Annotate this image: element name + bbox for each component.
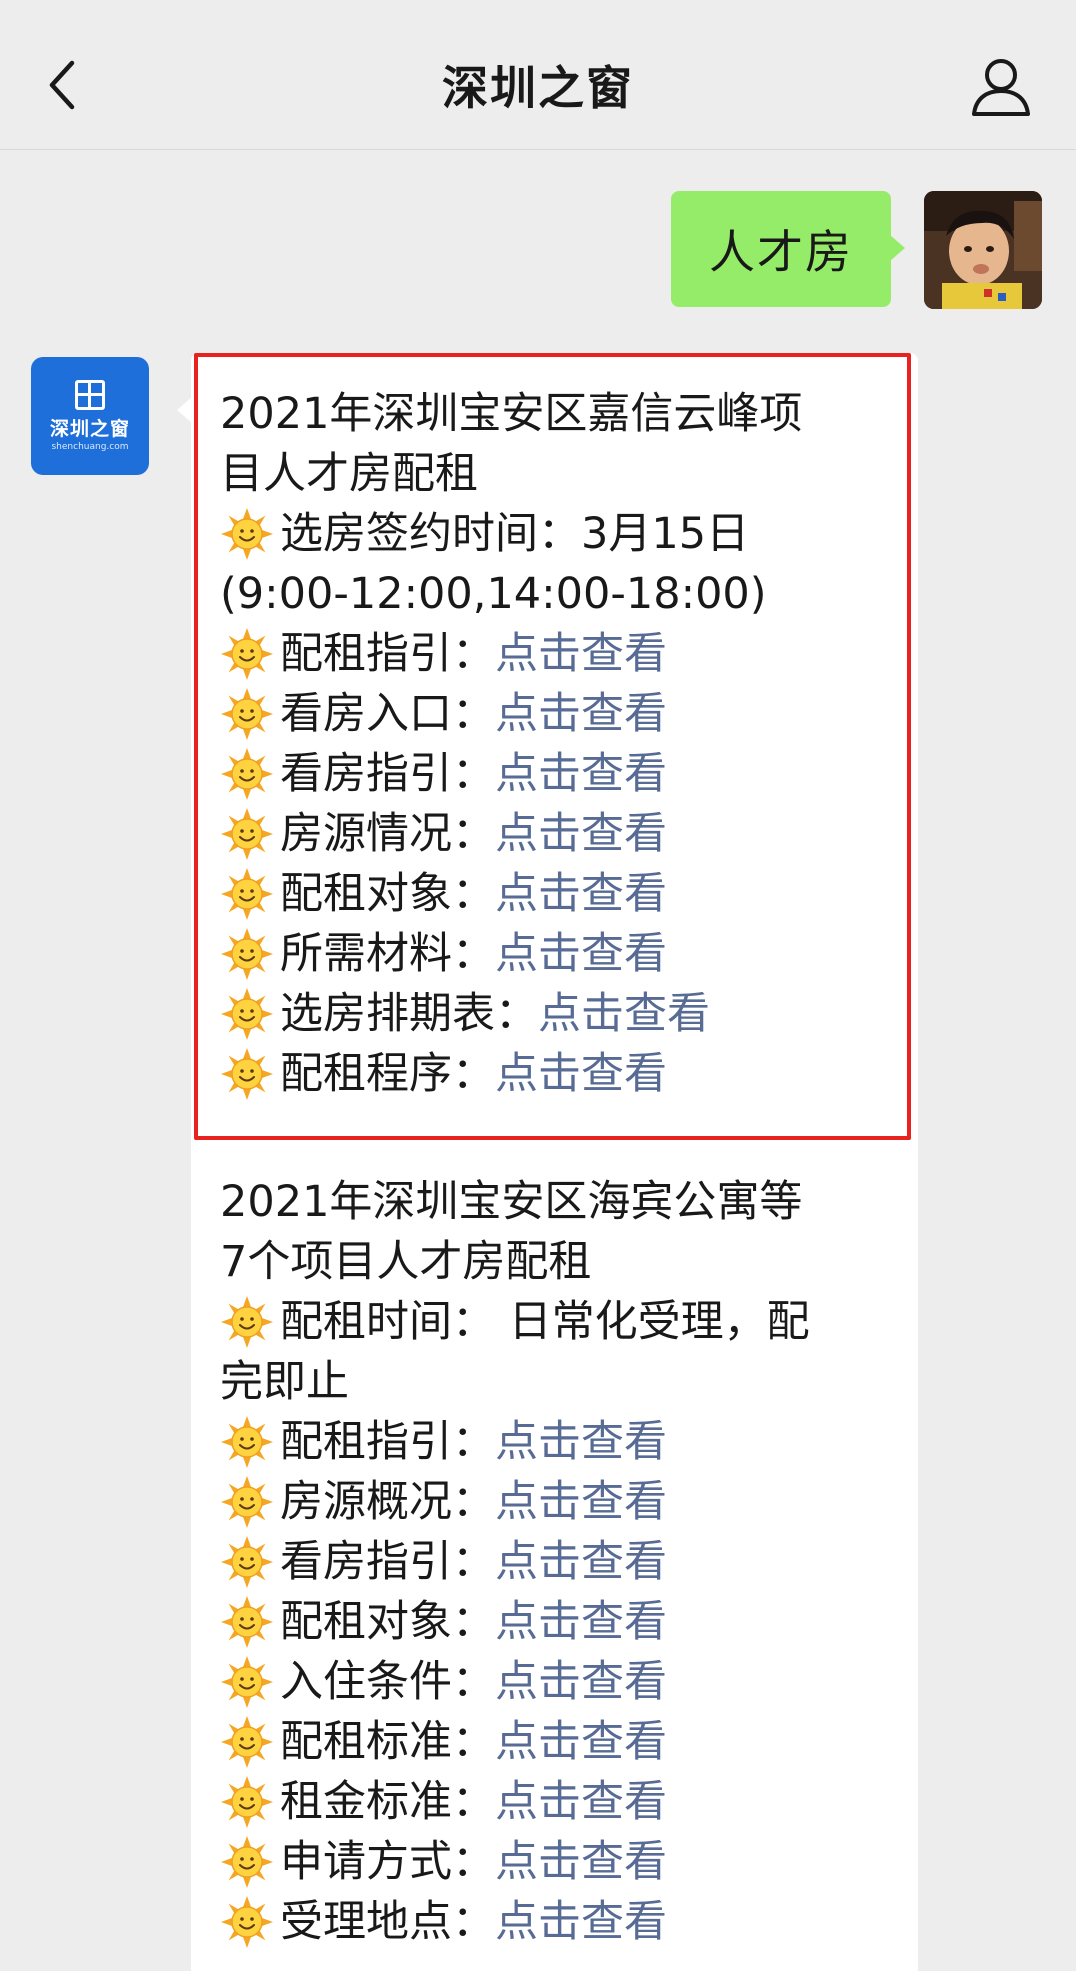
item-label: 配租对象： (280, 1597, 495, 1647)
time-detail: (9:00-12:00,14:00-18:00) (220, 569, 767, 619)
view-link[interactable]: 点击查看 (495, 624, 667, 684)
view-link[interactable]: 点击查看 (495, 1592, 667, 1652)
sun-emoji-icon (220, 1415, 274, 1469)
item-label: 房源情况： (280, 809, 495, 859)
view-link[interactable]: 点击查看 (495, 1412, 667, 1472)
list-item: 租金标准： 点击查看 (220, 1772, 900, 1832)
item-label: 入住条件： (280, 1657, 495, 1707)
sun-emoji-icon (220, 1535, 274, 1589)
view-link[interactable]: 点击查看 (495, 1044, 667, 1104)
view-link[interactable]: 点击查看 (538, 984, 710, 1044)
person-icon (972, 59, 1030, 116)
outgoing-message-text: 人才房 (709, 225, 853, 279)
list-item: 房源情况： 点击查看 (220, 804, 900, 864)
item-label: 申请方式： (280, 1837, 495, 1887)
sun-emoji-icon (220, 867, 274, 921)
item-label: 租金标准： (280, 1777, 495, 1827)
sun-emoji-icon (220, 1595, 274, 1649)
item-label: 受理地点： (280, 1897, 495, 1947)
list-item: 看房指引： 点击查看 (220, 744, 900, 804)
view-link[interactable]: 点击查看 (495, 1892, 667, 1952)
item-label: 看房入口： (280, 689, 495, 739)
project-block-jiaxin: 2021年深圳宝安区嘉信云峰项 目人才房配租 选房签约时间： 3月15日 (9:… (220, 384, 900, 1104)
sun-emoji-icon (220, 627, 274, 681)
list-item: 配租标准： 点击查看 (220, 1712, 900, 1772)
project-block-haibin: 2021年深圳宝安区海宾公寓等 7个项目人才房配租 配租时间： 日常化受理，配 … (220, 1172, 900, 1952)
sun-emoji-icon (220, 987, 274, 1041)
sun-emoji-icon (220, 507, 274, 561)
window-logo-icon (75, 380, 105, 410)
view-link[interactable]: 点击查看 (495, 684, 667, 744)
block-title-line: 2021年深圳宝安区嘉信云峰项 (220, 389, 803, 439)
view-link[interactable]: 点击查看 (495, 804, 667, 864)
view-link[interactable]: 点击查看 (495, 864, 667, 924)
chat-screen: 深圳之窗 人才房 深圳之窗 shenchuang.com 2021年深圳宝安区嘉… (0, 0, 1076, 1971)
view-link[interactable]: 点击查看 (495, 1712, 667, 1772)
view-link[interactable]: 点击查看 (495, 1832, 667, 1892)
item-label: 所需材料： (280, 929, 495, 979)
user-avatar[interactable] (924, 191, 1042, 309)
view-link[interactable]: 点击查看 (495, 924, 667, 984)
time-value: 3月15日 (581, 509, 750, 559)
sun-emoji-icon (220, 1655, 274, 1709)
time-label: 选房签约时间： (280, 509, 581, 559)
page-title: 深圳之窗 (442, 61, 634, 115)
item-label: 看房指引： (280, 1537, 495, 1587)
item-label: 配租指引： (280, 629, 495, 679)
view-link[interactable]: 点击查看 (495, 1532, 667, 1592)
item-label: 配租指引： (280, 1417, 495, 1467)
time-row: 选房签约时间： 3月15日 (220, 504, 900, 564)
list-item: 看房入口： 点击查看 (220, 684, 900, 744)
list-item: 申请方式： 点击查看 (220, 1832, 900, 1892)
list-item: 房源概况： 点击查看 (220, 1472, 900, 1532)
item-label: 房源概况： (280, 1477, 495, 1527)
item-label: 配租对象： (280, 869, 495, 919)
list-item: 选房排期表： 点击查看 (220, 984, 900, 1044)
sun-emoji-icon (220, 687, 274, 741)
official-account-avatar[interactable]: 深圳之窗 shenchuang.com (31, 357, 149, 475)
item-label: 配租标准： (280, 1717, 495, 1767)
profile-button[interactable] (970, 54, 1032, 118)
sun-emoji-icon (220, 1047, 274, 1101)
sun-emoji-icon (220, 1835, 274, 1889)
sun-emoji-icon (220, 1715, 274, 1769)
list-item: 配租程序： 点击查看 (220, 1044, 900, 1104)
list-item: 受理地点： 点击查看 (220, 1892, 900, 1952)
list-item: 配租指引： 点击查看 (220, 624, 900, 684)
user-photo (924, 191, 1042, 309)
list-item: 配租对象： 点击查看 (220, 1592, 900, 1652)
item-label: 看房指引： (280, 749, 495, 799)
list-item: 配租指引： 点击查看 (220, 1412, 900, 1472)
sun-emoji-icon (220, 1775, 274, 1829)
list-item: 看房指引： 点击查看 (220, 1532, 900, 1592)
oa-logo-subtext: shenchuang.com (51, 442, 129, 452)
sun-emoji-icon (220, 807, 274, 861)
list-item: 入住条件： 点击查看 (220, 1652, 900, 1712)
item-label: 选房排期表： (280, 989, 538, 1039)
list-item: 配租对象： 点击查看 (220, 864, 900, 924)
time-row: 配租时间： 日常化受理，配 (220, 1292, 900, 1352)
sun-emoji-icon (220, 927, 274, 981)
top-nav-bar: 深圳之窗 (0, 0, 1076, 150)
view-link[interactable]: 点击查看 (495, 1472, 667, 1532)
view-link[interactable]: 点击查看 (495, 1772, 667, 1832)
time-label: 配租时间： 日常化受理，配 (280, 1297, 810, 1347)
oa-logo-text: 深圳之窗 (49, 418, 130, 440)
block-title-line: 7个项目人才房配租 (220, 1237, 592, 1287)
block-title-line: 2021年深圳宝安区海宾公寓等 (220, 1177, 803, 1227)
sun-emoji-icon (220, 747, 274, 801)
time-continuation: 完即止 (220, 1357, 349, 1407)
view-link[interactable]: 点击查看 (495, 1652, 667, 1712)
item-label: 配租程序： (280, 1049, 495, 1099)
sun-emoji-icon (220, 1895, 274, 1949)
list-item: 所需材料： 点击查看 (220, 924, 900, 984)
sun-emoji-icon (220, 1295, 274, 1349)
block-title-line: 目人才房配租 (220, 449, 478, 499)
view-link[interactable]: 点击查看 (495, 744, 667, 804)
outgoing-message-bubble[interactable]: 人才房 (671, 191, 905, 307)
sun-emoji-icon (220, 1475, 274, 1529)
